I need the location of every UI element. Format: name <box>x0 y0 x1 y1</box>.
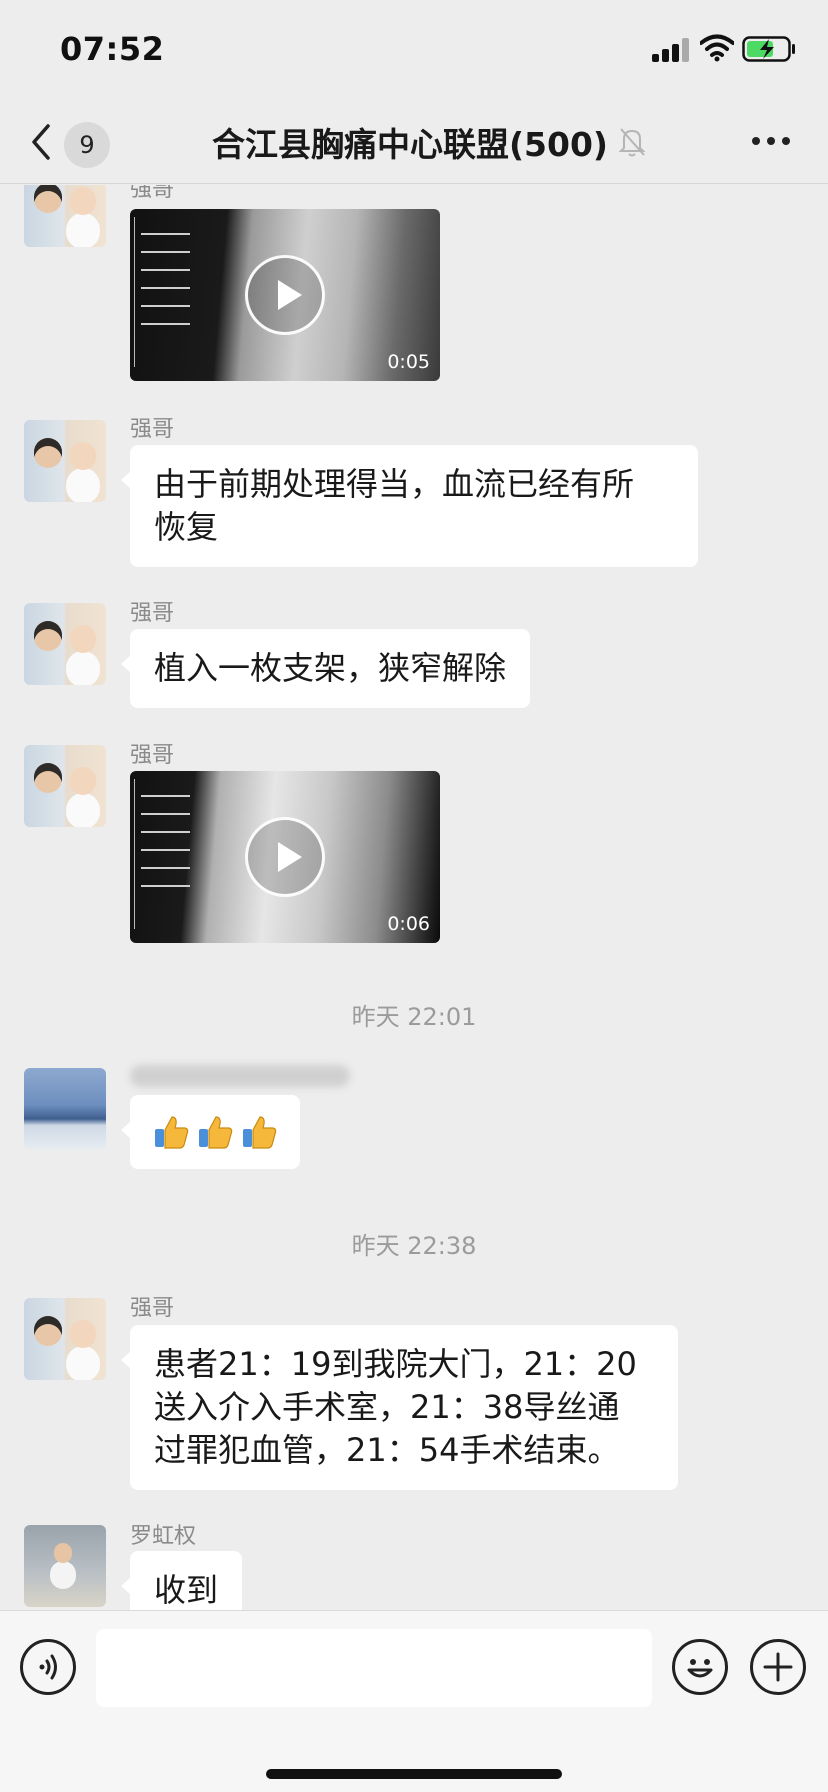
sender-name: 强哥 <box>130 185 175 202</box>
avatar[interactable] <box>24 420 106 502</box>
emoji-button[interactable] <box>672 1639 728 1695</box>
text-message-bubble[interactable]: 由于前期处理得当，血流已经有所 恢复 <box>121 445 698 567</box>
sender-name: 罗虹权 <box>130 1524 197 1549</box>
avatar[interactable] <box>24 1525 106 1607</box>
avatar[interactable] <box>24 745 106 827</box>
thumbs-up-icon <box>199 1116 233 1149</box>
sender-name: 强哥 <box>130 417 175 442</box>
timestamp: 昨天 22:01 <box>351 1003 477 1031</box>
sender-name-blurred <box>130 1065 350 1087</box>
message-line: 送入介入手术室，21：38导丝通 <box>154 1388 620 1426</box>
text-message-bubble[interactable]: 患者21：19到我院大门，21：20 送入介入手术室，21：38导丝通 过罪犯血… <box>121 1325 678 1490</box>
plus-icon <box>763 1652 793 1682</box>
text-message-bubble[interactable]: 收到 <box>120 1551 243 1610</box>
wifi-icon <box>700 34 734 62</box>
message-line: 患者21：19到我院大门，21：20 <box>154 1345 637 1383</box>
video-duration: 0:05 <box>387 351 430 373</box>
play-icon[interactable] <box>245 817 325 897</box>
status-time: 07:52 <box>60 30 165 68</box>
unread-count-badge[interactable]: 9 <box>64 122 110 168</box>
thumbs-up-icon <box>243 1116 277 1149</box>
video-message[interactable]: 0:05 <box>130 209 440 381</box>
message-line: 过罪犯血管，21：54手术结束。 <box>154 1431 620 1469</box>
message-list[interactable]: 强哥 0:05 强哥 由于前期处理得当，血流已经有所 恢复 强哥 植入一枚支架，… <box>0 185 828 1610</box>
input-bar <box>0 1610 828 1792</box>
status-bar: 07:52 <box>0 0 828 100</box>
voice-input-button[interactable] <box>20 1639 76 1695</box>
avatar[interactable] <box>24 1298 106 1380</box>
play-icon[interactable] <box>245 255 325 335</box>
sender-name: 强哥 <box>130 743 175 768</box>
timestamp: 昨天 22:38 <box>351 1232 477 1260</box>
more-functions-button[interactable] <box>750 1639 806 1695</box>
more-options-icon[interactable] <box>752 136 792 148</box>
chat-header: 9 合江县胸痛中心联盟(500) <box>0 100 828 184</box>
chat-title: 合江县胸痛中心联盟(500) <box>211 125 609 164</box>
sender-name: 强哥 <box>130 601 175 626</box>
message-line: 收到 <box>154 1571 219 1609</box>
voice-icon <box>39 1654 57 1680</box>
mute-bell-icon <box>618 128 646 157</box>
avatar[interactable] <box>24 1068 106 1150</box>
thumbs-up-icon <box>155 1116 189 1149</box>
message-input[interactable] <box>96 1629 652 1707</box>
smiley-face-icon <box>687 1659 713 1678</box>
video-duration: 0:06 <box>387 913 430 935</box>
avatar[interactable] <box>24 185 106 247</box>
home-indicator <box>266 1769 562 1779</box>
video-message[interactable]: 0:06 <box>130 771 440 943</box>
avatar[interactable] <box>24 603 106 685</box>
emoji-message-bubble[interactable] <box>121 1095 300 1169</box>
sender-name: 强哥 <box>130 1296 175 1321</box>
text-message-bubble[interactable]: 植入一枚支架，狭窄解除 <box>120 629 531 708</box>
battery-charging-icon <box>742 36 795 62</box>
message-line: 植入一枚支架，狭窄解除 <box>154 649 507 687</box>
cellular-signal-icon <box>652 38 690 62</box>
video-overlay-text <box>134 779 196 929</box>
message-line: 恢复 <box>154 508 219 546</box>
back-chevron-icon[interactable] <box>26 120 56 164</box>
message-line: 由于前期处理得当，血流已经有所 <box>154 465 635 503</box>
video-overlay-text <box>134 217 196 367</box>
